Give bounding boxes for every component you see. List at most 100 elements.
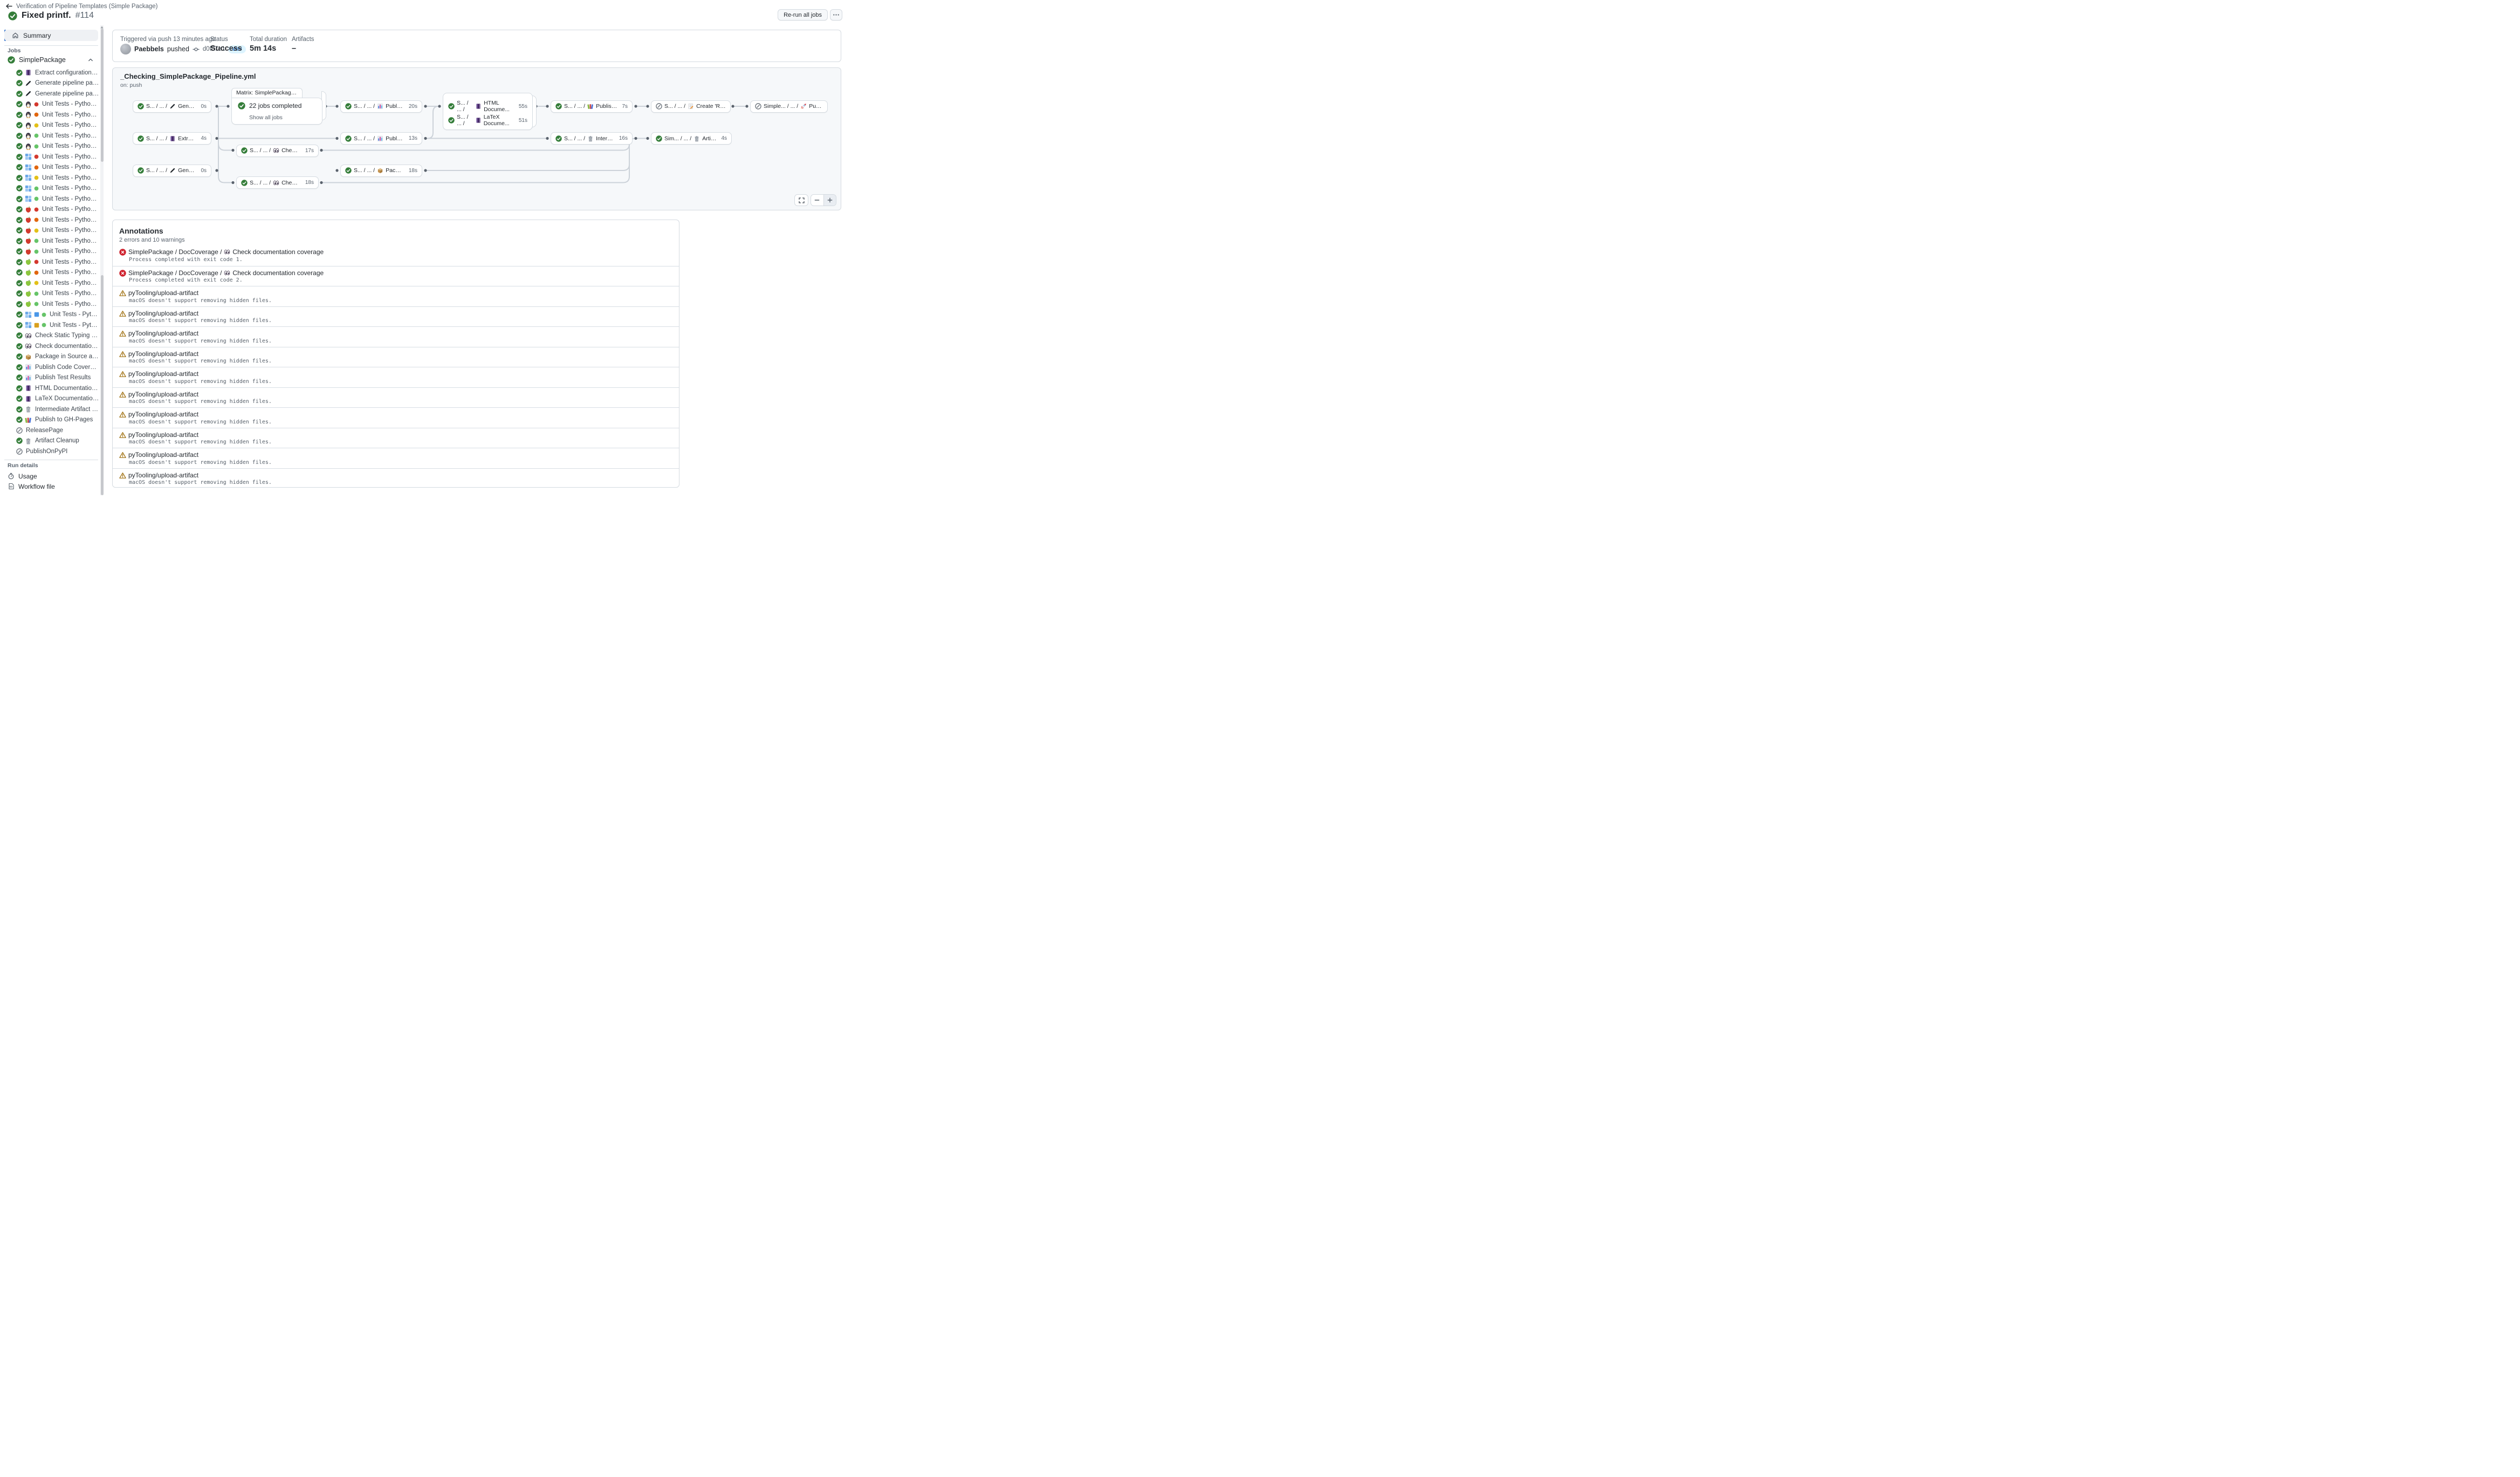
annotation-job: Check documentation coverage xyxy=(232,269,324,277)
breadcrumb-label[interactable]: Verification of Pipeline Templates (Simp… xyxy=(16,3,158,10)
sidebar-item-job[interactable]: Unit Tests - Python 3.12 xyxy=(4,320,99,331)
graph-node-pypi[interactable]: Simple... / ... /Publish to PyPI xyxy=(750,100,828,113)
sidebar-item-job[interactable]: Unit Tests - Python 3.12 xyxy=(4,183,99,194)
annotation-row: pyTooling/upload-artifactmacOS doesn't s… xyxy=(113,407,679,428)
sidebar-item-summary[interactable]: Summary xyxy=(4,30,98,41)
sidebar-item-job[interactable]: Unit Tests - Python 3.11 xyxy=(4,173,99,183)
status-value: Success xyxy=(210,44,242,53)
sidebar-item-job[interactable]: Generate pipeline parameters xyxy=(4,88,99,99)
sidebar-item-job[interactable]: Unit Tests - Python 3.9 xyxy=(4,257,99,268)
rerun-all-jobs-button[interactable]: Re-run all jobs xyxy=(778,9,828,20)
chevron-up-icon[interactable] xyxy=(87,57,94,63)
sidebar-item-job[interactable]: Unit Tests - Python 3.13 xyxy=(4,194,99,204)
graph-node-gen2[interactable]: S... / ... /Generate pipelin...0s xyxy=(133,165,211,177)
annotation-message: macOS doesn't support removing hidden fi… xyxy=(129,439,272,445)
matrix-job-row[interactable]: S... / ... /HTML Docume...55s xyxy=(448,100,527,113)
dot-green-icon xyxy=(34,133,39,138)
success-check-icon xyxy=(16,280,23,286)
sidebar-item-job[interactable]: Unit Tests - Python 3.10 xyxy=(4,215,99,225)
windows-icon xyxy=(25,195,32,202)
sidebar-item-job[interactable]: Unit Tests - Python 3.9 xyxy=(4,152,99,162)
graph-node-ghpages[interactable]: S... / ... /Publish to GH-P...7s xyxy=(551,100,633,113)
back-arrow-icon[interactable] xyxy=(5,3,12,10)
matrix-tab[interactable]: Matrix: SimplePackage / UnitTest... xyxy=(231,88,303,98)
sidebar-item-job[interactable]: Package in Source and Wheel... xyxy=(4,352,99,363)
sidebar-item-job[interactable]: Unit Tests - Python 3.9 xyxy=(4,99,99,110)
sidebar-item-job[interactable]: Generate pipeline parameters xyxy=(4,78,99,89)
sidebar-item-job[interactable]: Unit Tests - Python 3.10 xyxy=(4,110,99,120)
annotation-title[interactable]: SimplePackage / DocCoverage /Check docum… xyxy=(128,248,324,256)
dot-green-icon xyxy=(34,196,39,201)
graph-node-pkg[interactable]: S... / ... /Package in Sou...18s xyxy=(340,165,422,177)
avatar[interactable] xyxy=(120,44,131,54)
matrix-job-row[interactable]: S... / ... /LaTeX Docume...51s xyxy=(448,114,527,127)
annotation-title[interactable]: pyTooling/upload-artifact xyxy=(128,471,198,479)
graph-node-cleanup1[interactable]: S... / ... /Intermediate A...16s xyxy=(551,132,633,145)
sidebar-item-job[interactable]: Unit Tests - Python 3.10 xyxy=(4,162,99,173)
graph-node-release[interactable]: S... / ... /Create 'Release Pa... xyxy=(651,100,731,113)
job-duration: 17s xyxy=(303,148,314,154)
annotation-title[interactable]: pyTooling/upload-artifact xyxy=(128,411,198,418)
annotation-title[interactable]: pyTooling/upload-artifact xyxy=(128,391,198,398)
sidebar-item-workflow-file[interactable]: Workflow file xyxy=(4,481,98,491)
fullscreen-button[interactable] xyxy=(794,194,808,206)
annotation-title[interactable]: pyTooling/upload-artifact xyxy=(128,310,198,317)
sidebar-group-simplepackage[interactable]: SimplePackage xyxy=(4,54,98,65)
sidebar-item-job[interactable]: Extract configurations from p... xyxy=(4,67,99,78)
annotation-title[interactable]: pyTooling/upload-artifact xyxy=(128,431,198,439)
graph-node-pubcov[interactable]: S... / ... /Publish Code C...20s xyxy=(340,100,422,113)
sidebar-item-job[interactable]: Intermediate Artifact Cleanup xyxy=(4,404,99,415)
duration-label: Total duration xyxy=(250,36,287,43)
sidebar-item-job[interactable]: Unit Tests - Python 3.12 xyxy=(4,310,99,320)
graph-node-pubtest[interactable]: S... / ... /Publish Test Re...13s xyxy=(340,132,422,145)
graph-node-cleanup2[interactable]: Sim... / ... /Artifact Cleanup4s xyxy=(651,132,732,145)
sidebar-item-job[interactable]: Unit Tests - Python 3.11 xyxy=(4,225,99,236)
annotation-title[interactable]: pyTooling/upload-artifact xyxy=(128,289,198,297)
sidebar-item-job[interactable]: Unit Tests - Python 3.13 xyxy=(4,247,99,257)
graph-node-static[interactable]: S... / ... /Check Static Ty...17s xyxy=(236,145,319,157)
sidebar-item-job[interactable]: Unit Tests - Python 3.12 xyxy=(4,236,99,247)
kebab-menu-button[interactable] xyxy=(830,9,842,20)
sidebar-item-job[interactable]: Unit Tests - Python 3.13 xyxy=(4,141,99,152)
sidebar-item-job[interactable]: Artifact Cleanup xyxy=(4,436,99,447)
annotation-title[interactable]: pyTooling/upload-artifact xyxy=(128,370,198,378)
run-title-text: Fixed printf. xyxy=(22,11,71,20)
sidebar-item-job[interactable]: Unit Tests - Python 3.13 xyxy=(4,299,99,310)
scrollbar-thumb[interactable] xyxy=(101,29,104,162)
pen-icon xyxy=(169,167,176,174)
sidebar-item-job[interactable]: Unit Tests - Python 3.11 xyxy=(4,278,99,289)
graph-node-gen1[interactable]: S... / ... /Generate pipelin...0s xyxy=(133,100,211,113)
sidebar-item-job[interactable]: Publish Code Coverage Results xyxy=(4,362,99,373)
sidebar-item-job[interactable]: Check documentation covera... xyxy=(4,341,99,352)
sidebar-scrollbar[interactable] xyxy=(100,25,104,495)
zoom-in-button[interactable] xyxy=(823,195,836,206)
graph-node-doccheck[interactable]: S... / ... /Check docume...18s xyxy=(236,176,319,189)
sidebar-item-job[interactable]: Check Static Typing using Pyt... xyxy=(4,331,99,341)
job-label: Publish Test Results xyxy=(35,374,91,381)
annotation-title[interactable]: pyTooling/upload-artifact xyxy=(128,350,198,358)
graph-node-extract[interactable]: S... / ... /Extract configur...4s xyxy=(133,132,211,145)
scrollbar-thumb[interactable] xyxy=(101,275,104,495)
sidebar-item-job[interactable]: Unit Tests - Python 3.12 xyxy=(4,289,99,299)
zoom-out-button[interactable] xyxy=(811,195,823,206)
sidebar-item-job[interactable]: Unit Tests - Python 3.9 xyxy=(4,204,99,215)
sidebar-item-job[interactable]: Unit Tests - Python 3.10 xyxy=(4,268,99,278)
sidebar-item-job[interactable]: ReleasePage xyxy=(4,425,99,436)
sidebar-item-job[interactable]: LaTeX Documentation using ... xyxy=(4,394,99,405)
sidebar-item-job[interactable]: Publish Test Results xyxy=(4,373,99,384)
success-check-icon xyxy=(16,101,23,107)
sidebar-item-job[interactable]: PublishOnPyPI xyxy=(4,446,99,457)
show-all-jobs-link[interactable]: Show all jobs xyxy=(249,114,283,121)
annotation-title[interactable]: pyTooling/upload-artifact xyxy=(128,451,198,459)
sidebar-item-job[interactable]: HTML Documentation using ... xyxy=(4,383,99,394)
sidebar-item-job[interactable]: Publish to GH-Pages xyxy=(4,415,99,426)
eyes-icon xyxy=(273,180,279,186)
breadcrumb[interactable]: Verification of Pipeline Templates (Simp… xyxy=(5,3,158,10)
job-label: LaTeX Docume... xyxy=(484,114,517,127)
actor-name[interactable]: Paebbels xyxy=(134,45,164,53)
sidebar-item-usage[interactable]: Usage xyxy=(4,471,98,481)
sidebar-item-job[interactable]: Unit Tests - Python 3.11 xyxy=(4,120,99,131)
sidebar-item-job[interactable]: Unit Tests - Python 3.12 xyxy=(4,131,99,141)
annotation-title[interactable]: pyTooling/upload-artifact xyxy=(128,330,198,337)
annotation-title[interactable]: SimplePackage / DocCoverage /Check docum… xyxy=(128,269,324,277)
